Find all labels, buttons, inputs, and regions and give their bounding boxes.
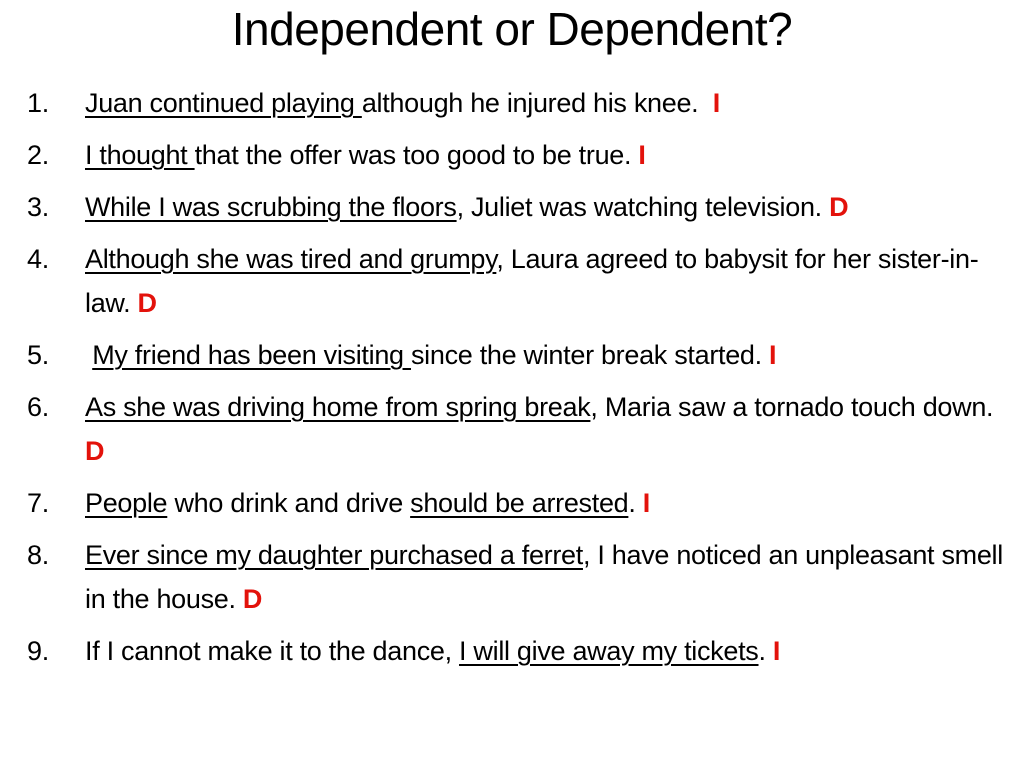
underlined-clause: I thought xyxy=(85,140,195,170)
sentence-text: , Maria saw a tornado touch down. xyxy=(590,392,1001,422)
list-item: 9. If I cannot make it to the dance, I wi… xyxy=(0,629,1024,673)
item-number: 4. xyxy=(27,244,49,274)
answer-mark: D xyxy=(829,192,849,222)
list-item: 1. Juan continued playing although he inj… xyxy=(0,81,1024,125)
underlined-clause: Juan continued playing xyxy=(85,88,362,118)
underlined-clause: As she was driving home from spring brea… xyxy=(85,392,591,422)
item-number: 1. xyxy=(27,88,49,118)
list-item: 5. My friend has been visiting since the… xyxy=(0,333,1024,377)
underlined-clause: While I was scrubbing the floors xyxy=(85,192,457,222)
answer-mark: I xyxy=(642,488,651,518)
list-item: 8. Ever since my daughter purchased a fer… xyxy=(0,533,1024,621)
sentence-text: If I cannot make it to the dance, xyxy=(85,636,460,666)
answer-mark: I xyxy=(772,636,781,666)
sentence-text: although he injured his knee. xyxy=(361,88,713,118)
item-number: 9. xyxy=(27,636,49,666)
sentence-text: who drink and drive xyxy=(167,488,411,518)
item-number: 7. xyxy=(27,488,49,518)
item-number: 8. xyxy=(27,540,49,570)
sentence-text: , Juliet was watching television. xyxy=(456,192,830,222)
sentence-text: since the winter break started. xyxy=(410,340,770,370)
item-number: 6. xyxy=(27,392,49,422)
answer-mark: D xyxy=(85,436,105,466)
sentence-text: that the offer was too good to be true. xyxy=(194,140,639,170)
slide-title: Independent or Dependent? xyxy=(231,3,793,55)
item-number: 3. xyxy=(27,192,49,222)
sentence-list: 1. Juan continued playing although he inj… xyxy=(0,81,1024,681)
underlined-clause: Although she was tired and grumpy xyxy=(85,244,497,274)
answer-mark: I xyxy=(712,88,721,118)
list-item: 6. As she was driving home from spring br… xyxy=(0,385,1024,473)
item-number: 2. xyxy=(27,140,49,170)
answer-mark: I xyxy=(769,340,777,370)
underlined-clause: My friend has been visiting xyxy=(92,340,411,370)
sentence-text: . xyxy=(758,636,773,666)
underlined-clause: I will give away my tickets xyxy=(459,636,759,666)
answer-mark: I xyxy=(638,140,646,170)
sentence-text: . xyxy=(628,488,643,518)
underlined-clause: People xyxy=(85,488,168,518)
list-item: 3. While I was scrubbing the floors, Juli… xyxy=(0,185,1024,229)
underlined-clause: should be arrested xyxy=(410,488,629,518)
underlined-clause: Ever since my daughter purchased a ferre… xyxy=(85,540,583,570)
list-item: 2. I thought that the offer was too good … xyxy=(0,133,1024,177)
answer-mark: D xyxy=(137,288,158,318)
answer-mark: D xyxy=(242,584,263,614)
list-item: 4. Although she was tired and grumpy, Lau… xyxy=(0,237,1024,325)
item-number: 5. xyxy=(27,340,49,370)
list-item: 7. People who drink and drive should be a… xyxy=(0,481,1024,525)
